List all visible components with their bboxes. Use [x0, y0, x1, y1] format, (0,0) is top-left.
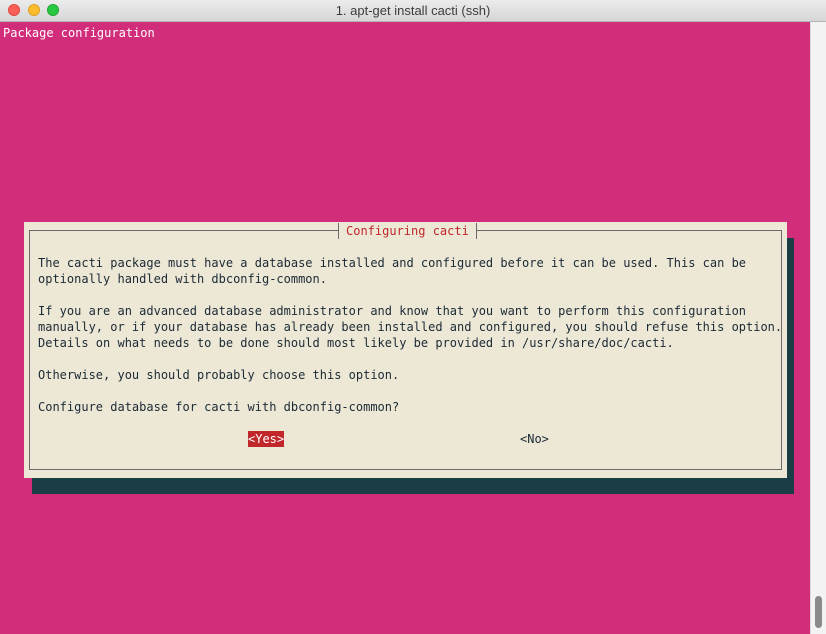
scrollbar[interactable]: [810, 22, 826, 634]
scrollbar-thumb[interactable]: [815, 596, 822, 628]
terminal-screen[interactable]: Package configuration Configuring cacti …: [0, 22, 810, 634]
yes-button[interactable]: <Yes>: [248, 431, 285, 447]
no-button[interactable]: <No>: [520, 431, 549, 447]
dialog-question: Configure database for cacti with dbconf…: [38, 400, 400, 414]
configuration-dialog: Configuring cacti The cacti package must…: [24, 222, 787, 478]
dialog-paragraph: Otherwise, you should probably choose th…: [38, 368, 400, 382]
dialog-paragraph: If you are an advanced database administ…: [38, 304, 783, 350]
dialog-message: The cacti package must have a database i…: [38, 255, 783, 431]
backtitle: Package configuration: [3, 26, 155, 40]
window-title: 1. apt-get install cacti (ssh): [335, 3, 491, 18]
dialog-title: Configuring cacti: [338, 223, 477, 239]
dialog-paragraph: The cacti package must have a database i…: [38, 256, 747, 286]
window-titlebar: 1. apt-get install cacti (ssh): [0, 0, 826, 22]
